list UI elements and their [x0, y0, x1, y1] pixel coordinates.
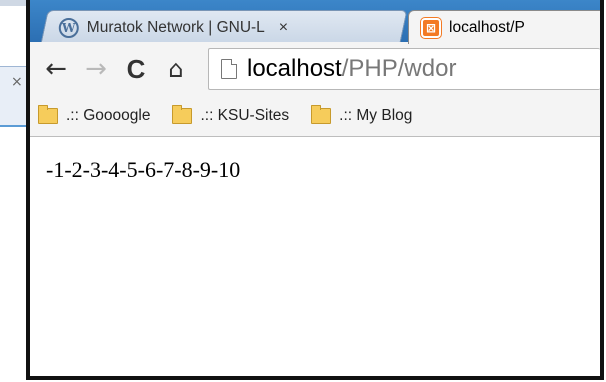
navigation-toolbar: ← → C ⌂ localhost/PHP/wdor [30, 42, 600, 96]
url-host: localhost [247, 55, 342, 82]
back-button[interactable]: ← [36, 49, 76, 89]
home-button[interactable]: ⌂ [156, 49, 196, 89]
forward-button[interactable]: → [76, 49, 116, 89]
reload-button[interactable]: C [116, 49, 156, 89]
close-icon[interactable]: × [279, 19, 288, 37]
tab-title: localhost/P [449, 18, 525, 36]
wordpress-icon: W [58, 17, 79, 38]
page-content: -1-2-3-4-5-6-7-8-9-10 [30, 137, 600, 376]
bookmark-goooogle[interactable]: .:: Goooogle [38, 105, 151, 125]
bookmark-label: .:: KSU-Sites [200, 107, 290, 124]
xampp-icon: ⊠ [420, 16, 442, 39]
tab-title: Muratok Network | GNU-L [86, 18, 265, 36]
url-path: /PHP/wdor [341, 55, 457, 82]
tab-muratok-network[interactable]: W Muratok Network | GNU-L × [40, 10, 408, 44]
background-window-titlebar [0, 0, 28, 6]
address-bar[interactable]: localhost/PHP/wdor [208, 48, 600, 90]
tab-localhost[interactable]: ⊠ localhost/P [408, 10, 600, 44]
folder-icon [172, 105, 193, 124]
folder-icon [38, 105, 58, 124]
background-close-icon[interactable]: × [11, 74, 23, 90]
bookmark-label: .:: My Blog [339, 107, 413, 124]
bookmark-label: .:: Goooogle [66, 107, 151, 124]
bookmarks-bar: .:: Goooogle .:: KSU-Sites .:: My Blog [30, 96, 600, 137]
browser-window: W Muratok Network | GNU-L × ⊠ localhost/… [26, 0, 604, 380]
php-output-text: -1-2-3-4-5-6-7-8-9-10 [46, 157, 241, 182]
page-icon [221, 59, 237, 79]
folder-icon [311, 105, 332, 124]
bookmark-ksu-sites[interactable]: .:: KSU-Sites [172, 105, 290, 125]
tab-strip: W Muratok Network | GNU-L × ⊠ localhost/… [30, 0, 600, 44]
bookmark-my-blog[interactable]: .:: My Blog [311, 105, 413, 125]
